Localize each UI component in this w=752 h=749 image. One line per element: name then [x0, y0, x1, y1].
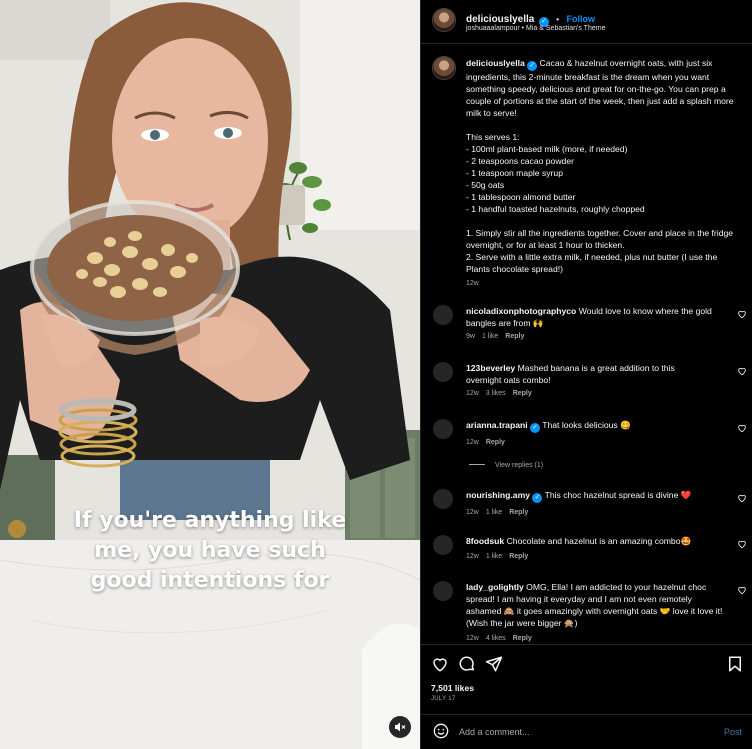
- bookmark-icon[interactable]: [726, 655, 744, 673]
- divider-dash: [469, 464, 485, 465]
- heart-icon[interactable]: [737, 493, 747, 503]
- heart-icon[interactable]: [431, 655, 449, 673]
- video-subtitle-line-1: If you're anything like: [73, 508, 347, 533]
- comment-text: This choc hazelnut spread is divine ❤️: [544, 490, 692, 500]
- commenter-username[interactable]: arianna.trapani: [466, 420, 528, 430]
- comment-likes[interactable]: 4 likes: [486, 635, 506, 642]
- caption-username[interactable]: deliciouslyella: [466, 58, 525, 68]
- commenter-avatar[interactable]: [433, 362, 453, 382]
- post-caption: deliciouslyella ✓ Cacao & hazelnut overn…: [466, 57, 736, 290]
- commenter-avatar[interactable]: [433, 419, 453, 439]
- mute-button[interactable]: [389, 716, 411, 738]
- audio-line[interactable]: joshuaaalampour • Mia & Sebastian's Them…: [466, 25, 605, 32]
- post-comment-button[interactable]: Post: [724, 727, 742, 737]
- view-replies-label: View replies (1): [495, 462, 544, 469]
- paper-plane-icon[interactable]: [485, 655, 503, 673]
- reply-button[interactable]: Reply: [509, 509, 528, 516]
- smiley-icon[interactable]: [433, 723, 449, 739]
- separator-dot: •: [556, 15, 560, 24]
- post-video[interactable]: If you're anything like me, you have suc…: [0, 0, 420, 749]
- reply-button[interactable]: Reply: [486, 439, 505, 446]
- comments-scroll-area[interactable]: deliciouslyella ✓ Cacao & hazelnut overn…: [421, 45, 752, 643]
- comment-age: 9w: [466, 333, 475, 340]
- view-replies-button[interactable]: View replies (1): [469, 462, 543, 469]
- reply-button[interactable]: Reply: [505, 333, 524, 340]
- heart-icon[interactable]: [737, 539, 747, 549]
- commenter-avatar[interactable]: [433, 305, 453, 325]
- commenter-avatar[interactable]: [433, 489, 453, 509]
- author-avatar[interactable]: [433, 9, 455, 31]
- comment-composer: Post: [421, 714, 752, 749]
- post-actions: 7,501 likes JULY 17: [421, 644, 752, 714]
- reply-button[interactable]: Reply: [513, 390, 532, 397]
- commenter-username[interactable]: 123beverley: [466, 363, 515, 373]
- comment-likes[interactable]: 3 likes: [486, 390, 506, 397]
- likes-count[interactable]: 7,501 likes: [431, 683, 474, 693]
- video-frame: [0, 0, 420, 749]
- speaker-muted-icon: [395, 722, 406, 732]
- comment-likes[interactable]: 1 like: [482, 333, 498, 340]
- commenter-avatar[interactable]: [433, 535, 453, 555]
- comment-text: Chocolate and hazelnut is an amazing com…: [506, 536, 692, 546]
- heart-icon[interactable]: [737, 423, 747, 433]
- verified-badge-icon: ✓: [530, 423, 540, 433]
- comment-bubble-icon[interactable]: [458, 655, 476, 673]
- comment-text: That looks delicious 😋: [542, 420, 631, 430]
- follow-button[interactable]: Follow: [567, 14, 596, 24]
- heart-icon[interactable]: [737, 366, 747, 376]
- reply-button[interactable]: Reply: [509, 553, 528, 560]
- post-side-panel: deliciouslyella ✓ • Follow joshuaaalampo…: [420, 0, 752, 749]
- post-date: JULY 17: [431, 696, 456, 702]
- comment-age: 12w: [466, 439, 479, 446]
- comment-likes[interactable]: 1 like: [486, 509, 502, 516]
- comment-age: 12w: [466, 390, 479, 397]
- heart-icon[interactable]: [737, 585, 747, 595]
- commenter-username[interactable]: 8foodsuk: [466, 536, 504, 546]
- comment-age: 12w: [466, 509, 479, 516]
- comment-age: 12w: [466, 553, 479, 560]
- commenter-username[interactable]: nourishing.amy: [466, 490, 530, 500]
- verified-badge-icon: ✓: [532, 493, 543, 503]
- author-username[interactable]: deliciouslyella: [466, 14, 534, 25]
- commenter-avatar[interactable]: [433, 581, 453, 601]
- comment-input[interactable]: [459, 723, 699, 741]
- verified-badge-icon: ✓: [527, 61, 538, 71]
- post-header: deliciouslyella ✓ • Follow joshuaaalampo…: [421, 0, 752, 44]
- commenter-username[interactable]: nicoladixonphotographyco: [466, 306, 576, 316]
- video-subtitle-line-3: good intentions for: [90, 568, 330, 593]
- caption-age: 12w: [466, 280, 479, 287]
- comment-age: 12w: [466, 635, 479, 642]
- commenter-username[interactable]: lady_golightly: [466, 582, 524, 592]
- comment-likes[interactable]: 1 like: [486, 553, 502, 560]
- reply-button[interactable]: Reply: [513, 635, 532, 642]
- caption-text: Cacao & hazelnut overnight oats, with ju…: [466, 58, 734, 274]
- caption-author-avatar[interactable]: [433, 57, 455, 79]
- heart-icon[interactable]: [737, 309, 747, 319]
- video-subtitle-line-2: me, you have such: [94, 538, 326, 563]
